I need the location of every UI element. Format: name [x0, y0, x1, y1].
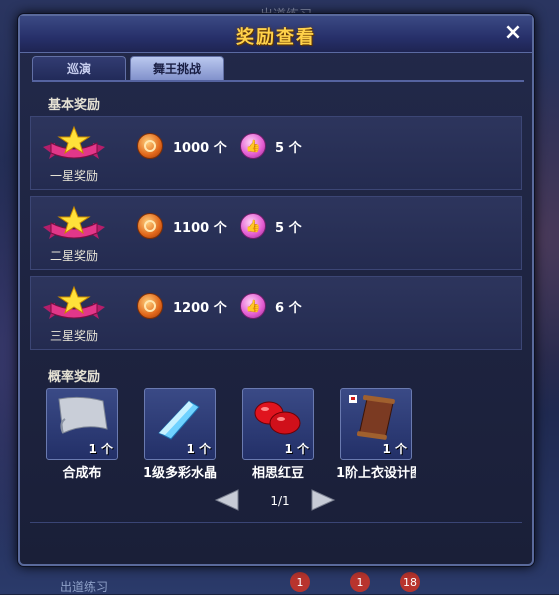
- coin-icon: [137, 293, 163, 319]
- thumbs-up-icon: 👍: [240, 293, 266, 319]
- red-bean-icon: [254, 401, 301, 435]
- tab-dance-king-challenge[interactable]: 舞王挑战: [130, 56, 224, 81]
- star-ribbon-icon: [43, 125, 105, 159]
- item-quantity: 1 个: [284, 442, 309, 456]
- row-stars-label: 一星奖励: [49, 169, 98, 183]
- item-name: 1阶上衣设计图: [336, 466, 416, 481]
- thumbs-up-icon: 👍: [240, 213, 266, 239]
- coin-amount: 1000 个: [173, 141, 227, 156]
- reward-row-one-star: 一星奖励 1000 个 👍 5 个: [30, 116, 522, 190]
- item-quantity: 1 个: [186, 442, 211, 456]
- dialog-titlebar: 奖励查看 ×: [20, 16, 532, 53]
- cloth-icon: [58, 396, 108, 434]
- coin-icon: [137, 213, 163, 239]
- notification-badge[interactable]: 1: [350, 572, 370, 592]
- scroll-icon: [349, 395, 395, 440]
- page-indicator: 1/1: [270, 494, 290, 508]
- like-amount: 5 个: [275, 221, 302, 236]
- close-button[interactable]: ×: [502, 22, 524, 44]
- item-name: 1级多彩水晶: [142, 466, 218, 481]
- reward-row-three-star: 三星奖励 1200 个 👍 6 个: [30, 276, 522, 350]
- chance-rewards-label: 概率奖励: [48, 370, 101, 385]
- coin-amount: 1200 个: [173, 301, 227, 316]
- reward-row-two-star: 二星奖励 1100 个 👍 5 个: [30, 196, 522, 270]
- item-quantity: 1 个: [88, 442, 113, 456]
- next-page-icon[interactable]: [310, 488, 336, 512]
- tab-tour[interactable]: 巡演: [32, 56, 126, 81]
- notification-badge[interactable]: 18: [400, 572, 420, 592]
- reward-item-cloth[interactable]: 1 个: [46, 388, 118, 460]
- row-stars-label: 三星奖励: [49, 329, 98, 343]
- thumbs-up-icon: 👍: [240, 133, 266, 159]
- basic-rewards-label: 基本奖励: [48, 98, 101, 113]
- coin-amount: 1100 个: [173, 221, 227, 236]
- like-amount: 6 个: [275, 301, 302, 316]
- pager: 1/1: [200, 488, 360, 514]
- background-bottom-label: 出道练习: [60, 580, 109, 594]
- reward-dialog: 奖励查看 × 巡演 舞王挑战 基本奖励 一星奖励 1000 个 👍 5 个 二星…: [18, 14, 534, 566]
- item-name: 相思红豆: [251, 466, 304, 481]
- reward-item-scroll[interactable]: 1 个: [340, 388, 412, 460]
- tab-divider: [32, 80, 524, 82]
- like-amount: 5 个: [275, 141, 302, 156]
- dialog-title: 奖励查看: [236, 27, 316, 48]
- item-name: 合成布: [62, 466, 102, 481]
- coin-icon: [137, 133, 163, 159]
- reward-item-crystal[interactable]: 1 个: [144, 388, 216, 460]
- row-stars-label: 二星奖励: [49, 249, 98, 263]
- star-ribbon-icon: [43, 205, 105, 239]
- bottom-divider: [30, 522, 522, 523]
- item-quantity: 1 个: [382, 442, 407, 456]
- reward-item-red-bean[interactable]: 1 个: [242, 388, 314, 460]
- crystal-icon: [158, 400, 200, 440]
- prev-page-icon[interactable]: [214, 488, 240, 512]
- star-ribbon-icon: [43, 285, 105, 319]
- notification-badge[interactable]: 1: [290, 572, 310, 592]
